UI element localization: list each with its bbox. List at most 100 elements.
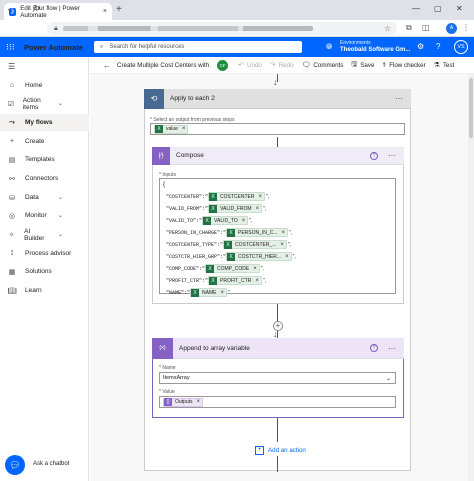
- sidebar-item-data[interactable]: ⛁ Data ⌄: [0, 189, 89, 206]
- minimize-icon[interactable]: —: [412, 4, 420, 13]
- dynamic-token[interactable]: X COSTCENTER_... ×: [223, 240, 287, 249]
- help-icon[interactable]: ?: [436, 42, 440, 51]
- sidebar-item-connectors[interactable]: ⚯ Connectors: [0, 170, 89, 187]
- value-field[interactable]: {} Outputs ×: [159, 396, 396, 408]
- dynamic-token[interactable]: X VALID_FROM ×: [208, 204, 263, 213]
- json-key: "COSTCENTER_TYPE":": [166, 241, 224, 248]
- token-remove-icon[interactable]: ×: [220, 290, 224, 296]
- save-label: Save: [360, 61, 375, 69]
- sidebar-item-my-flows[interactable]: ⤳ My flows: [0, 114, 89, 131]
- json-suffix: ",: [265, 193, 270, 200]
- token-remove-icon[interactable]: ×: [197, 399, 201, 405]
- chatbot-label[interactable]: Ask a chatbot: [33, 461, 69, 467]
- window-close-icon[interactable]: ✕: [456, 4, 463, 13]
- append-to-array-header[interactable]: {x} Append to array variable ? ···: [152, 337, 404, 359]
- dynamic-token[interactable]: X COSTCTR_HIER... ×: [226, 252, 292, 261]
- more-options-icon[interactable]: ···: [395, 94, 403, 103]
- save-button[interactable]: 🖫︎ Save: [351, 60, 374, 71]
- sidebar-item-label: Solutions: [25, 268, 52, 275]
- url-redacted: [62, 26, 313, 31]
- compose-title: Compose: [176, 152, 204, 159]
- hamburger-menu-icon[interactable]: ☰: [8, 62, 15, 71]
- compose-header[interactable]: {∕} Compose ? ···: [152, 146, 404, 165]
- sidebar-item-templates[interactable]: ▤ Templates: [0, 151, 89, 168]
- json-line: "COMP_CODE":" X COMP_CODE × ",: [166, 264, 264, 273]
- token-label: COSTCTR_HIER...: [238, 253, 282, 260]
- dynamic-token[interactable]: X PROFIT_CTR ×: [208, 276, 262, 285]
- maximize-icon[interactable]: ▢: [434, 4, 442, 13]
- token-remove-icon[interactable]: ×: [281, 230, 285, 236]
- token-remove-icon[interactable]: ×: [256, 206, 260, 212]
- token-remove-icon[interactable]: ×: [182, 126, 186, 132]
- reload-icon[interactable]: ↻: [33, 3, 41, 14]
- split-view-icon[interactable]: ◫: [422, 23, 430, 32]
- flow-checker-button[interactable]: ⚕ Flow checker: [382, 61, 425, 70]
- excel-icon: X: [203, 216, 212, 225]
- more-options-icon[interactable]: ···: [388, 344, 396, 353]
- browser-menu-icon[interactable]: ⋮: [462, 23, 470, 32]
- copilot-avatar[interactable]: CF: [217, 59, 229, 71]
- json-key: "PROFIT_CTR":": [166, 277, 209, 284]
- sidebar-item-process-advisor[interactable]: ⟟ Process advisor: [0, 245, 89, 262]
- sidebar-item-monitor[interactable]: ◎ Monitor ⌄: [0, 207, 89, 224]
- back-arrow-icon[interactable]: ←: [103, 61, 111, 70]
- help-icon[interactable]: ?: [370, 151, 378, 160]
- dynamic-token[interactable]: X COMP_CODE ×: [205, 264, 260, 273]
- token-remove-icon[interactable]: ×: [285, 254, 289, 260]
- sidebar-item-label: Home: [25, 82, 43, 89]
- token-remove-icon[interactable]: ×: [258, 194, 262, 200]
- comments-button[interactable]: 🗨︎ Comments: [302, 61, 344, 70]
- token-label: PROFIT_CTR: [220, 277, 252, 284]
- sidebar-item-label: My flows: [25, 119, 53, 126]
- json-suffix: ",: [289, 229, 293, 236]
- new-tab-button[interactable]: +: [116, 4, 122, 15]
- canvas-scrollbar-thumb[interactable]: [469, 78, 473, 138]
- dynamic-token-value[interactable]: X value ×: [154, 124, 189, 134]
- forward-arrow-icon[interactable]: →: [20, 3, 29, 13]
- apply-to-each-title: Apply to each 2: [170, 95, 215, 102]
- excel-icon: X: [209, 276, 218, 285]
- more-options-icon[interactable]: ···: [388, 151, 396, 160]
- user-avatar[interactable]: VS: [454, 40, 468, 54]
- sidebar-item-action-items[interactable]: ☑ Action items ⌄: [0, 95, 89, 112]
- sidebar-item-solutions[interactable]: ▦ Solutions: [0, 263, 89, 280]
- browser-profile-avatar[interactable]: A: [446, 23, 457, 34]
- json-suffix: ": [227, 289, 230, 296]
- tab-close-icon[interactable]: ×: [103, 8, 107, 15]
- undo-button[interactable]: ↶ Undo: [238, 61, 262, 70]
- excel-icon: X: [206, 264, 215, 273]
- extensions-icon[interactable]: ⧉: [406, 23, 412, 33]
- select-output-field[interactable]: X value ×: [150, 123, 405, 135]
- token-remove-icon[interactable]: ×: [253, 266, 257, 272]
- json-suffix: ",: [292, 253, 296, 260]
- help-icon[interactable]: ?: [370, 344, 378, 352]
- name-dropdown[interactable]: ItemsArray ⌄: [159, 372, 396, 384]
- dynamic-token[interactable]: X NAME ×: [190, 288, 227, 297]
- token-remove-icon[interactable]: ×: [242, 218, 246, 224]
- apply-to-each-header[interactable]: ⟲ Apply to each 2 ···: [144, 88, 411, 109]
- dynamic-token[interactable]: X PERSON_IN_C... ×: [226, 228, 288, 237]
- dynamic-token[interactable]: X COSTCENTER ×: [208, 192, 265, 201]
- token-label: VALID_TO: [214, 217, 238, 224]
- dynamic-token[interactable]: X VALID_TO ×: [202, 216, 249, 225]
- dynamic-token-outputs[interactable]: {} Outputs ×: [163, 397, 204, 407]
- sidebar-item-home[interactable]: ⌂ Home: [0, 77, 89, 94]
- sidebar-item-ai-builder[interactable]: ✧ AI Builder ⌄: [0, 226, 89, 243]
- url-field[interactable]: 🔒︎ ☆: [47, 22, 397, 35]
- search-input[interactable]: ⌕ Search for helpful resources: [94, 41, 302, 53]
- test-button[interactable]: ⚗ Test: [434, 61, 455, 70]
- redo-button[interactable]: ↷ Redo: [269, 61, 294, 70]
- sidebar-item-create[interactable]: + Create: [0, 133, 89, 150]
- back-arrow-icon[interactable]: ←: [6, 3, 15, 13]
- bookmark-star-icon[interactable]: ☆: [384, 24, 391, 33]
- redo-icon: ↷: [269, 62, 276, 69]
- app-launcher-icon[interactable]: ⁝⁝⁝: [6, 42, 15, 53]
- chatbot-button[interactable]: 💬︎: [5, 455, 25, 475]
- token-remove-icon[interactable]: ×: [255, 278, 259, 284]
- json-suffix: ",: [249, 217, 253, 224]
- json-suffix: ",: [262, 277, 267, 284]
- settings-icon[interactable]: ⚙: [417, 42, 424, 51]
- add-action-button[interactable]: + Add an action: [255, 446, 306, 455]
- token-remove-icon[interactable]: ×: [280, 242, 284, 248]
- sidebar-item-learn[interactable]: 📖︎ Learn: [0, 282, 89, 299]
